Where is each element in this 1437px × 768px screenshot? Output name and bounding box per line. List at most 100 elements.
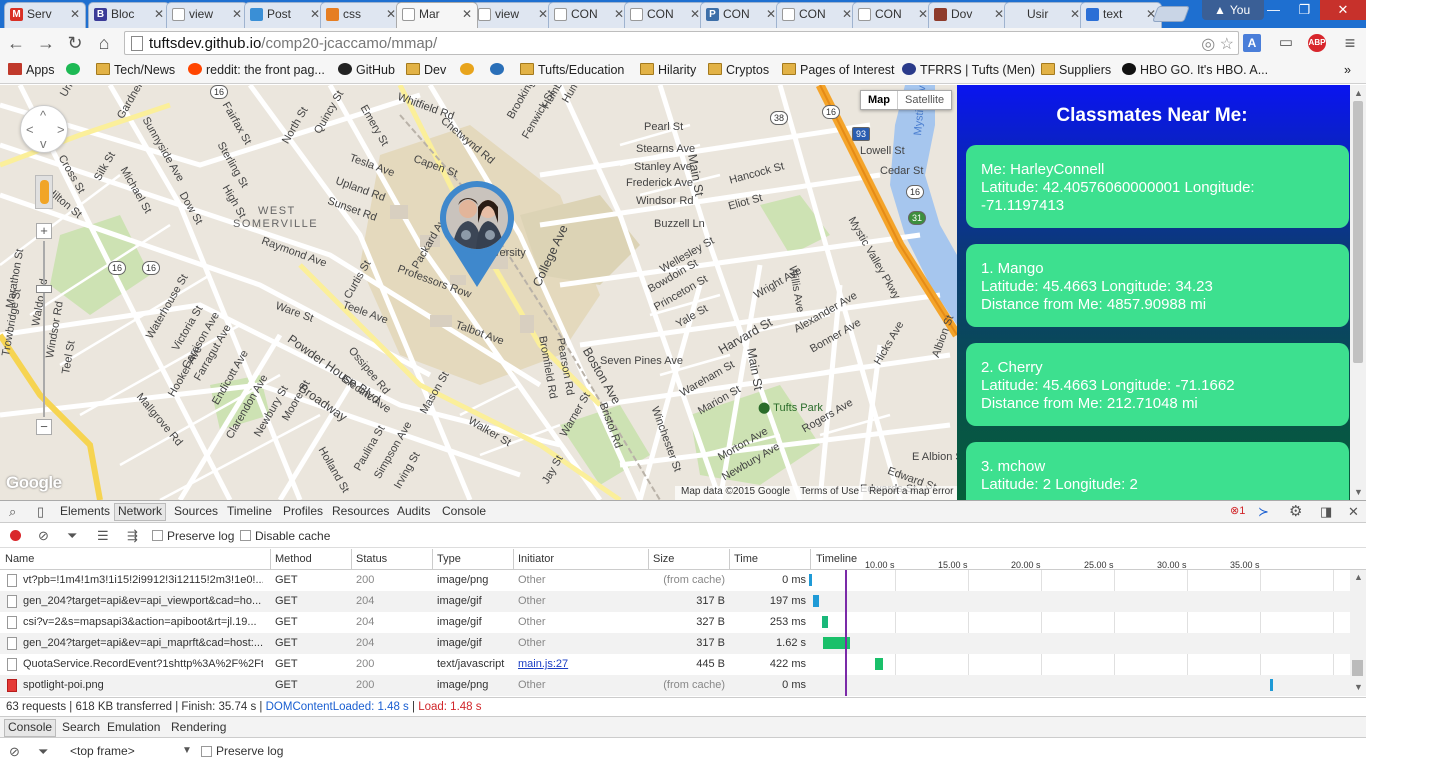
filter-icon[interactable]: ⏷ (38, 744, 48, 760)
overview-icon[interactable]: ⇶ (127, 528, 138, 544)
tab-close-icon[interactable]: ✕ (842, 7, 852, 21)
new-tab-button[interactable] (1152, 6, 1190, 22)
bookmark-item[interactable] (66, 63, 84, 77)
browser-tab[interactable]: view ✕ (472, 2, 554, 28)
home-icon[interactable]: ⌂ (94, 33, 114, 53)
column-header[interactable]: Status (356, 553, 387, 565)
column-divider[interactable] (270, 549, 271, 570)
bookmark-item[interactable]: Cryptos (708, 63, 769, 77)
tab-close-icon[interactable]: ✕ (310, 7, 320, 21)
drawer-tab-emulation[interactable]: Emulation (104, 720, 163, 734)
console-preserve-log-checkbox[interactable] (201, 746, 212, 757)
drawer-tab-rendering[interactable]: Rendering (168, 720, 229, 734)
tab-close-icon[interactable]: ✕ (766, 7, 776, 21)
column-header[interactable]: Type (437, 553, 461, 565)
tab-close-icon[interactable]: ✕ (70, 7, 80, 21)
profile-button[interactable]: ▲ You (1202, 0, 1264, 20)
drawer-tab-search[interactable]: Search (59, 720, 103, 734)
pan-down-icon[interactable]: v (40, 136, 47, 151)
column-header[interactable]: Timeline (816, 553, 857, 565)
settings-gear-icon[interactable]: ⚙ (1289, 502, 1302, 520)
report-error-link[interactable]: Report a map error (869, 486, 953, 497)
dock-icon[interactable]: ◨ (1320, 504, 1332, 520)
tab-close-icon[interactable]: ✕ (538, 7, 548, 21)
console-drawer-icon[interactable]: ≻ (1258, 504, 1269, 520)
bookmark-item[interactable]: HBO GO. It's HBO. A... (1122, 63, 1268, 77)
minimize-icon[interactable]: — (1258, 0, 1289, 20)
map-view[interactable]: UnionCross StGardner StSunnyside AveFair… (0, 85, 957, 500)
devtools-tab-timeline[interactable]: Timeline (224, 504, 275, 518)
street-view-pegman-icon[interactable] (35, 175, 53, 209)
tab-close-icon[interactable]: ✕ (232, 7, 242, 21)
table-row[interactable]: QuotaService.RecordEvent?1shttp%3A%2F%2F… (0, 654, 1350, 675)
bookmark-item[interactable]: Suppliers (1041, 63, 1111, 77)
large-rows-icon[interactable]: ☰ (97, 528, 109, 544)
scroll-thumb[interactable] (1353, 101, 1363, 363)
restore-icon[interactable]: ❐ (1289, 0, 1320, 20)
browser-tab[interactable]: CON ✕ (548, 2, 630, 28)
scroll-up-icon[interactable]: ▲ (1354, 572, 1363, 582)
bookmark-item[interactable] (490, 63, 508, 77)
table-row[interactable]: gen_204?target=api&ev=api_maprft&cad=hos… (0, 633, 1350, 654)
bookmark-item[interactable]: TFRRS | Tufts (Men) (902, 63, 1035, 77)
devtools-tab-network[interactable]: Network (114, 503, 167, 521)
column-header[interactable]: Time (734, 553, 758, 565)
translate-icon[interactable]: A (1243, 34, 1261, 52)
bookmark-item[interactable]: reddit: the front pag... (188, 63, 325, 77)
browser-tab[interactable]: Usir ✕ (1004, 2, 1086, 28)
error-count[interactable]: ⊗1 (1230, 504, 1245, 517)
tab-close-icon[interactable]: ✕ (154, 7, 164, 21)
bookmark-item[interactable]: Hilarity (640, 63, 696, 77)
pan-up-icon[interactable]: ^ (40, 108, 46, 123)
reload-icon[interactable]: ↻ (65, 33, 85, 53)
network-scrollbar[interactable]: ▲ ▼ (1350, 570, 1366, 696)
zoom-slider-handle[interactable] (36, 285, 52, 293)
device-mode-icon[interactable]: ▯ (37, 504, 44, 520)
tab-close-icon[interactable]: ✕ (1070, 7, 1080, 21)
tab-close-icon[interactable]: ✕ (918, 7, 928, 21)
bookmark-item[interactable]: Dev (406, 63, 446, 77)
scroll-up-icon[interactable]: ▲ (1354, 88, 1363, 98)
bookmark-item[interactable]: Tufts/Education (520, 63, 624, 77)
column-header[interactable]: Initiator (518, 553, 554, 565)
timeline-bar[interactable] (1270, 679, 1274, 691)
column-header[interactable]: Method (275, 553, 312, 565)
forward-icon[interactable]: → (36, 33, 56, 53)
bookmark-item[interactable]: Pages of Interest (782, 63, 895, 77)
table-row[interactable]: spotlight-poi.png GET 200 image/png Other (fr… (0, 675, 1350, 696)
map-type-satellite-button[interactable]: Satellite (897, 91, 951, 109)
preserve-log-checkbox[interactable] (152, 530, 163, 541)
frame-select[interactable]: <top frame> (70, 744, 135, 758)
scroll-thumb[interactable] (1352, 660, 1363, 676)
table-row[interactable]: gen_204?target=api&ev=api_viewport&cad=h… (0, 591, 1350, 612)
terms-link[interactable]: Terms of Use (800, 486, 859, 497)
browser-tab[interactable]: CON ✕ (776, 2, 858, 28)
back-icon[interactable]: ← (6, 33, 26, 53)
browser-tab[interactable]: M Serv ✕ (4, 2, 86, 28)
tab-close-icon[interactable]: ✕ (994, 7, 1004, 21)
bookmark-item[interactable]: Tech/News (96, 63, 175, 77)
map-type-map-button[interactable]: Map (861, 91, 897, 109)
window-close-icon[interactable]: ✕ (1320, 0, 1366, 20)
devtools-tab-console[interactable]: Console (439, 504, 489, 518)
column-header[interactable]: Name (5, 553, 34, 565)
browser-tab[interactable]: CON ✕ (852, 2, 934, 28)
browser-tab[interactable]: CON ✕ (624, 2, 706, 28)
timeline-bar[interactable] (874, 658, 884, 670)
timeline-bar[interactable] (822, 616, 828, 628)
tab-close-icon[interactable]: ✕ (690, 7, 700, 21)
scroll-down-icon[interactable]: ▼ (1354, 487, 1363, 497)
user-location-marker[interactable] (438, 179, 516, 289)
clear-icon[interactable]: ⊘ (38, 528, 49, 544)
menu-icon[interactable]: ≡ (1340, 33, 1360, 53)
tab-close-icon[interactable]: ✕ (614, 7, 624, 21)
table-row[interactable]: vt?pb=!1m4!1m3!1i15!2i9912!3i12115!2m3!1… (0, 570, 1350, 591)
browser-tab[interactable]: Mar ✕ (396, 2, 478, 28)
column-divider[interactable] (729, 549, 730, 570)
column-divider[interactable] (351, 549, 352, 570)
cast-icon[interactable]: ▭ (1276, 33, 1296, 53)
browser-tab[interactable]: text ✕ (1080, 2, 1162, 28)
devtools-close-icon[interactable]: ✕ (1348, 504, 1359, 520)
tab-close-icon[interactable]: ✕ (386, 7, 396, 21)
devtools-tab-audits[interactable]: Audits (394, 504, 433, 518)
